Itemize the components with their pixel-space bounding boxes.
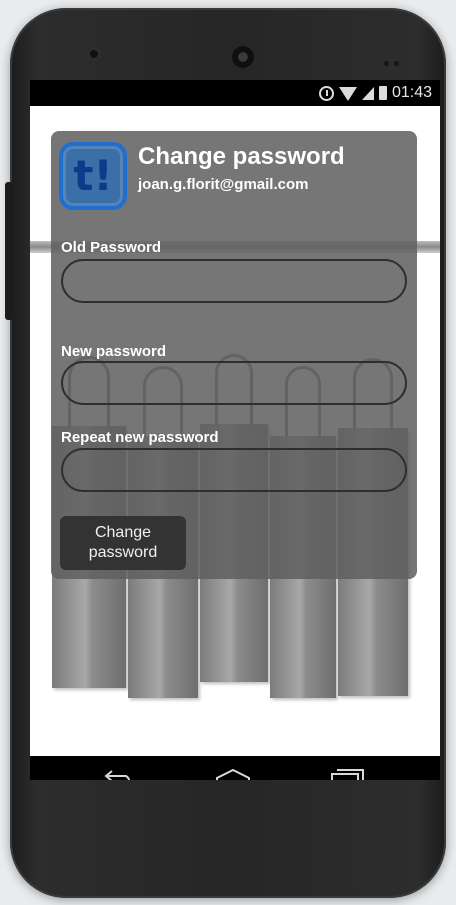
account-email: joan.g.florit@gmail.com [138,176,309,193]
repeat-password-label: Repeat new password [61,429,219,446]
app-logo: t! [59,142,127,210]
back-icon[interactable] [100,770,136,780]
navigation-bar [30,756,440,780]
home-icon[interactable] [213,768,253,780]
signal-icon [361,86,374,100]
front-camera [232,46,254,68]
app-logo-text: t! [73,151,113,200]
front-sensor-dot [90,50,98,58]
proximity-sensors [384,53,408,66]
wifi-icon [338,87,357,101]
old-password-field[interactable] [61,259,407,303]
repeat-password-field[interactable] [61,448,407,492]
new-password-field[interactable] [61,361,407,405]
new-password-label: New password [61,343,167,360]
change-password-dialog: t! Change password joan.g.florit@gmail.c… [51,131,417,579]
dialog-title: Change password [138,143,345,170]
battery-icon [378,86,387,100]
status-bar: 01:43 [30,80,440,106]
screen: 01:43 t! Change password joan.g.florit@g… [30,80,440,780]
alarm-icon [318,85,334,101]
change-password-button[interactable]: Change password [60,516,186,570]
old-password-label: Old Password [61,239,162,256]
recent-apps-icon[interactable] [328,766,368,780]
status-time: 01:43 [391,84,432,101]
volume-button [5,182,13,320]
